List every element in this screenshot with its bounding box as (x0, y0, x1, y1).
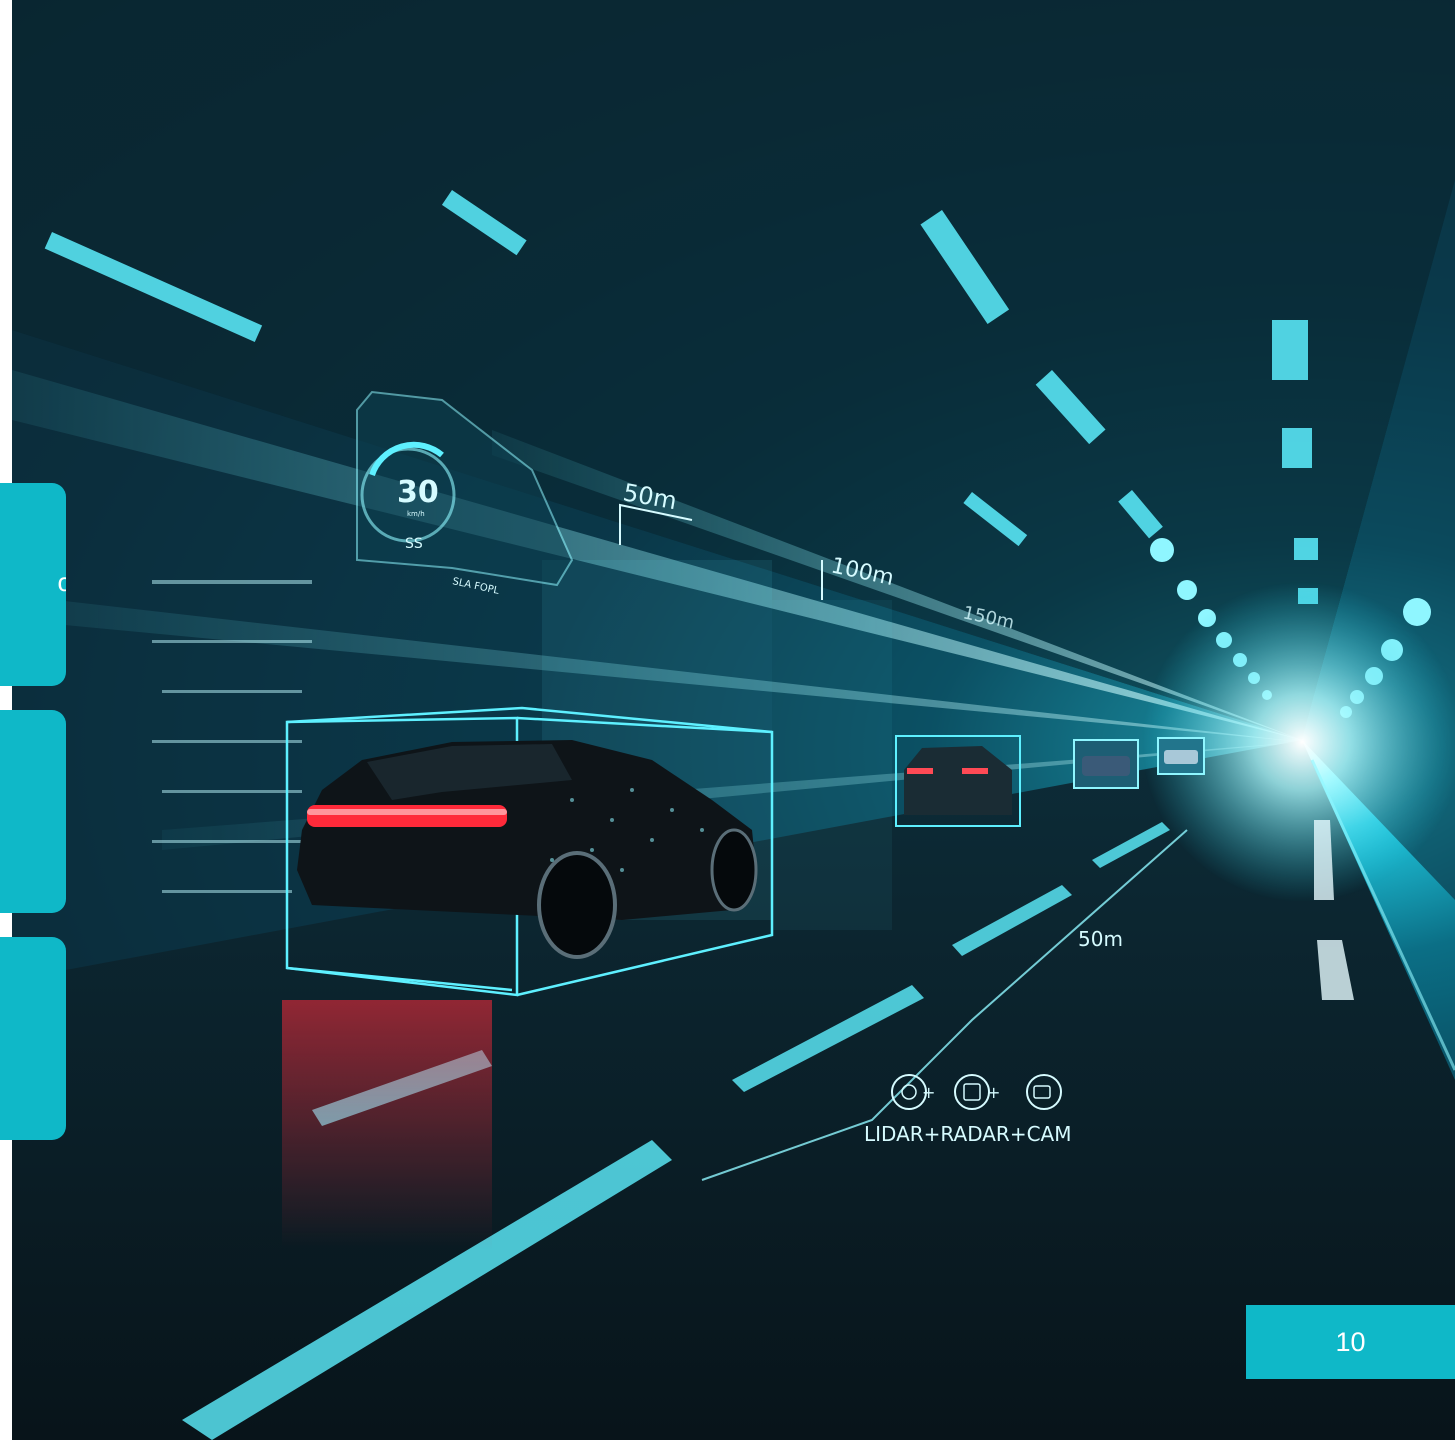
speed-unit: km/h (407, 510, 425, 518)
svg-text:+: + (987, 1083, 1000, 1102)
svg-text:+: + (922, 1083, 935, 1102)
sensor-caption: LIDAR+RADAR+CAM (864, 1122, 1071, 1146)
side-card-1[interactable]: o (0, 483, 66, 686)
distance-label-road: 50m (1078, 927, 1123, 951)
page-number-text: 10 (1335, 1326, 1366, 1357)
tail-light (307, 805, 507, 827)
speed-sub: SS (405, 536, 423, 552)
tail-light-reflection (282, 1000, 492, 1250)
autonomous-driving-photo: 30 km/h SS SLA FOPL 50m 100m 150m 50m + (12, 0, 1455, 1440)
side-card-2[interactable] (0, 710, 66, 913)
page-number: 10 (1246, 1305, 1455, 1379)
side-card-1-text: o (57, 567, 66, 597)
distant-car-2 (1073, 739, 1139, 789)
speed-value: 30 (397, 475, 439, 510)
tunnel-scene: 30 km/h SS SLA FOPL 50m 100m 150m 50m + (12, 0, 1455, 1440)
distant-car-3 (1157, 737, 1205, 775)
side-card-3[interactable] (0, 937, 66, 1140)
slide: 30 km/h SS SLA FOPL 50m 100m 150m 50m + (0, 0, 1455, 1440)
